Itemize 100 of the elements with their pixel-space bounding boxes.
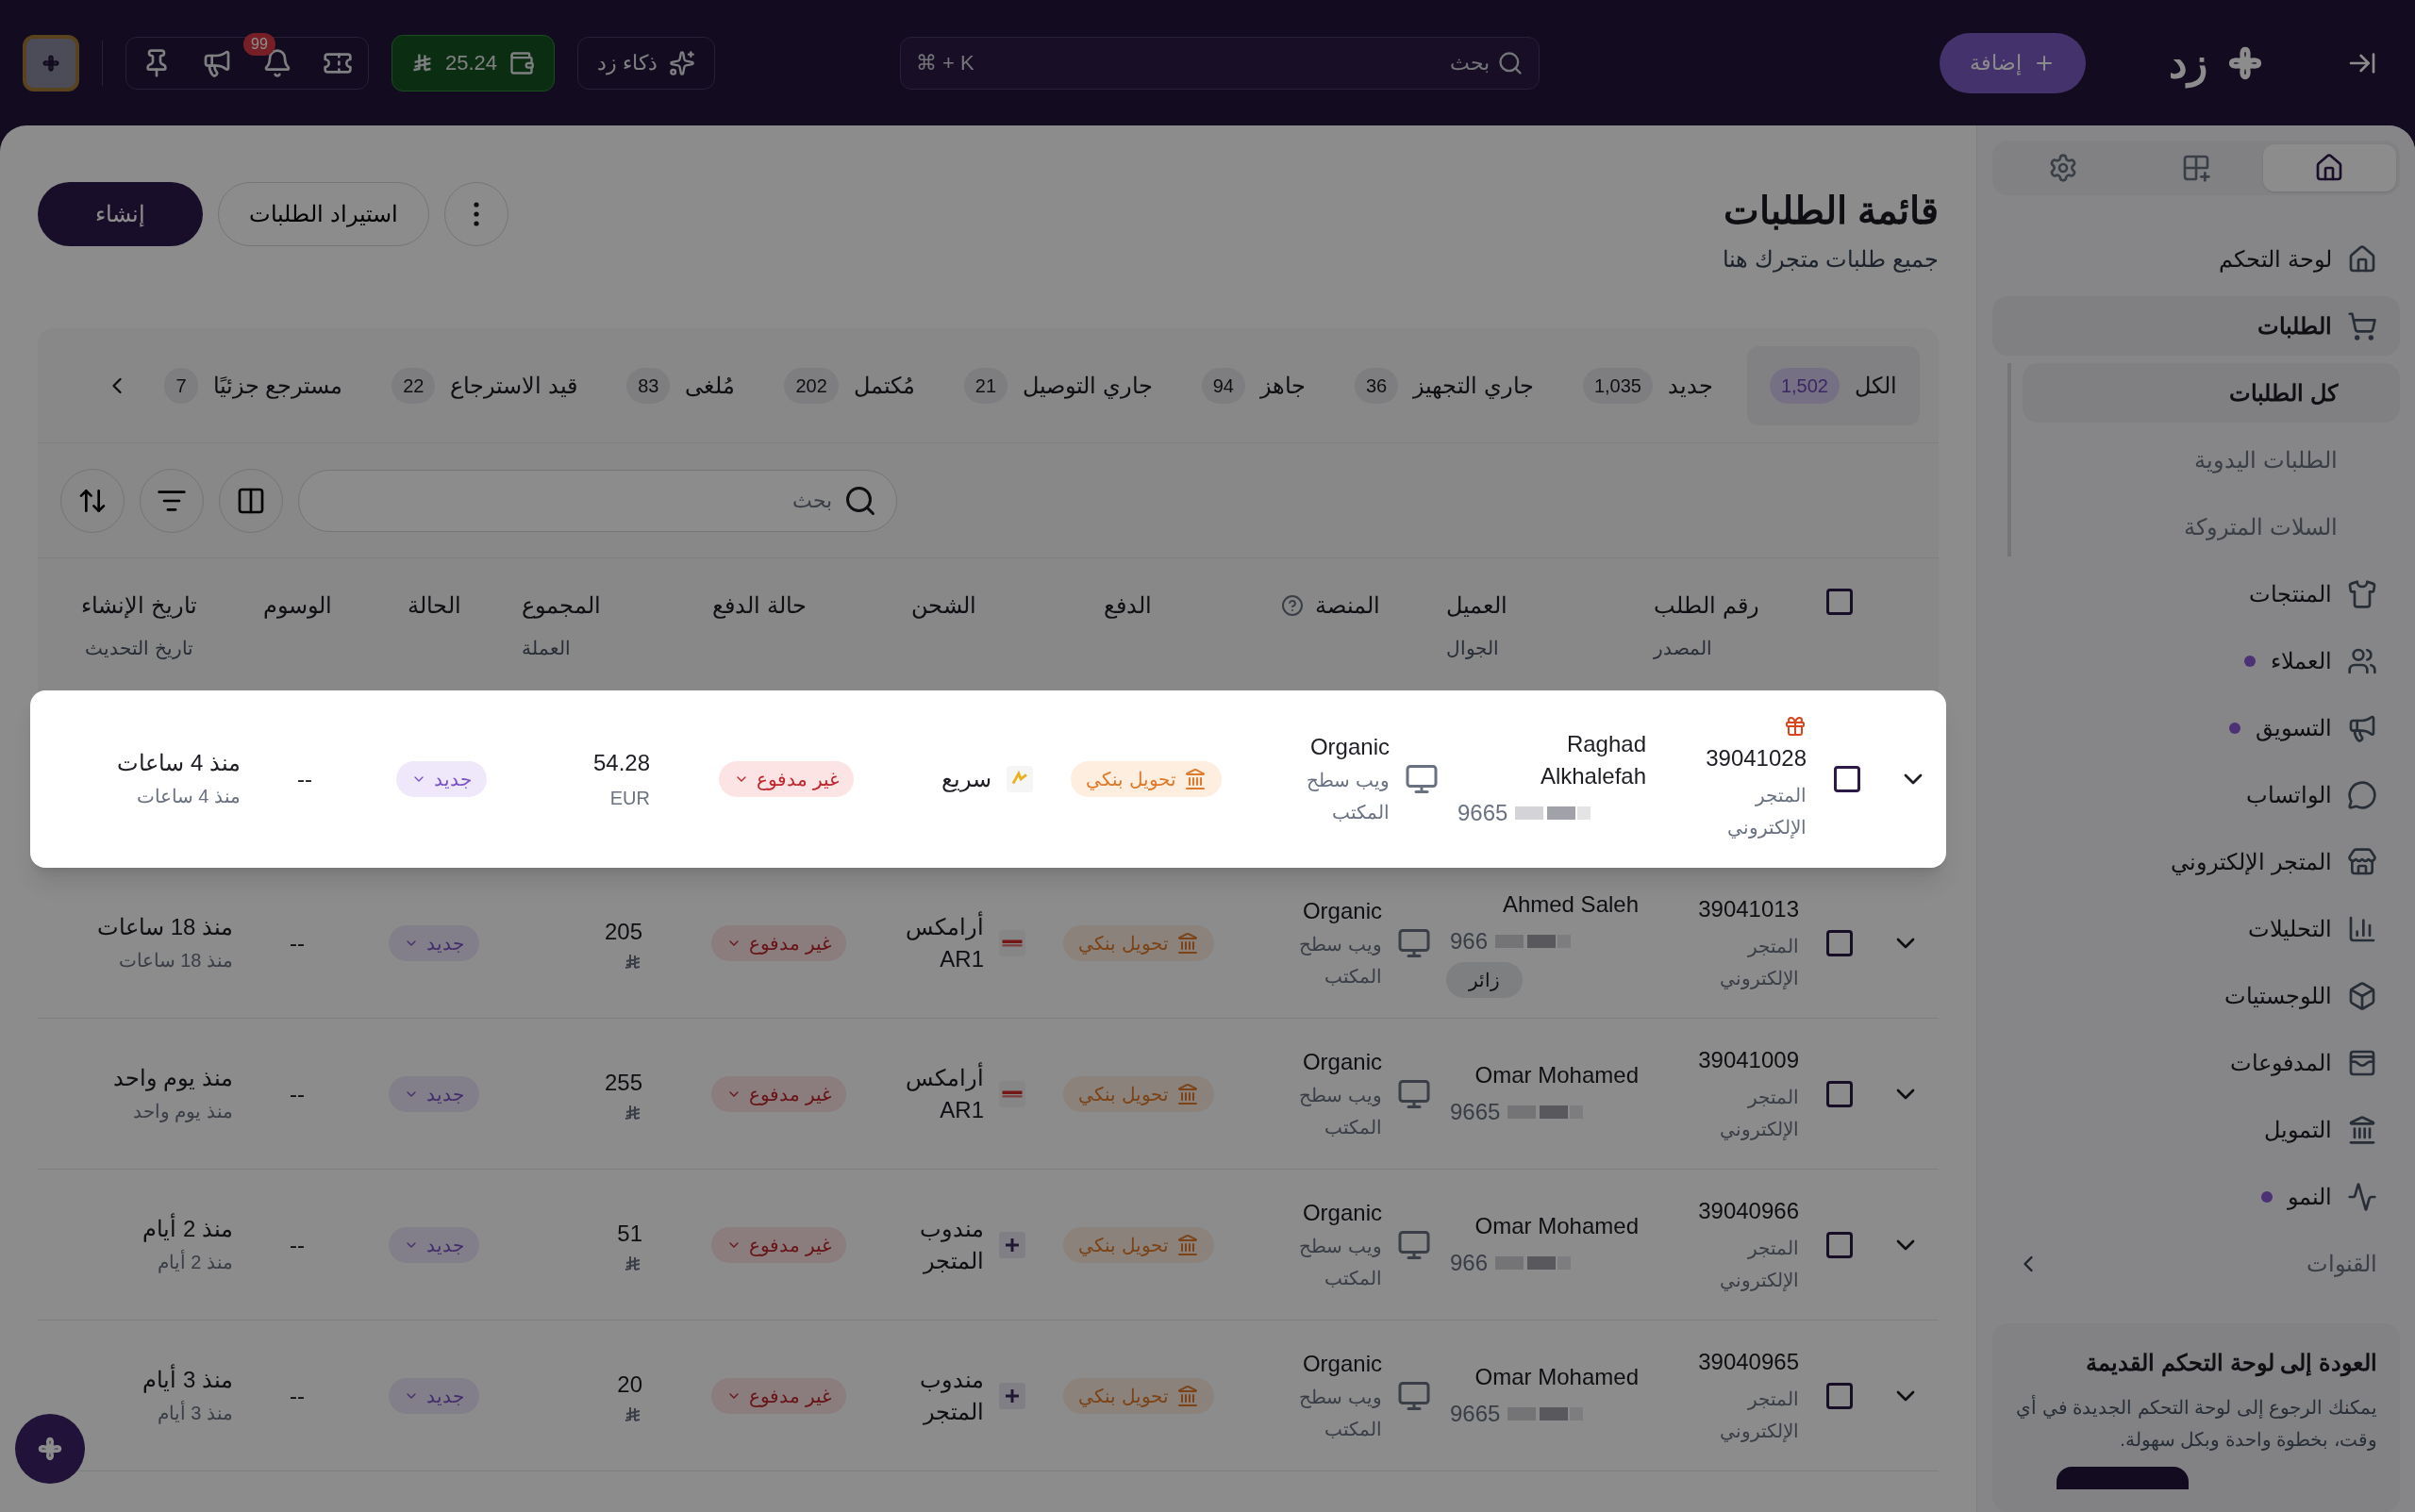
- store-courier-icon: [999, 1382, 1025, 1409]
- help-icon[interactable]: [1280, 594, 1304, 617]
- payment-method-badge: تحويل بنكي: [1063, 1226, 1214, 1263]
- column-header: حالة الدفع: [712, 591, 807, 621]
- sidebar-item[interactable]: العملاء: [1992, 631, 2400, 690]
- column-header: الدفع: [1103, 591, 1152, 621]
- order-number[interactable]: 39040966: [1698, 1193, 1799, 1228]
- bank-icon: [1184, 768, 1207, 790]
- order-number[interactable]: 39041009: [1698, 1042, 1799, 1077]
- row-checkbox[interactable]: [1834, 766, 1860, 792]
- column-header: الشحن: [910, 591, 976, 621]
- column-header: المنصة: [1314, 591, 1380, 620]
- order-status-dropdown[interactable]: جديد: [389, 1377, 479, 1414]
- sidebar-item[interactable]: المنتجات: [1992, 564, 2400, 623]
- order-number[interactable]: 39041028: [1706, 741, 1807, 775]
- order-number[interactable]: 39040965: [1698, 1344, 1799, 1379]
- channels-toggle[interactable]: القنوات: [1992, 1234, 2400, 1293]
- orders-search-field[interactable]: بحث: [298, 469, 897, 532]
- payment-status-dropdown[interactable]: غير مدفوع: [711, 1226, 846, 1263]
- order-number[interactable]: 39041013: [1698, 891, 1799, 926]
- column-header: العميل: [1446, 591, 1507, 620]
- payment-status-dropdown[interactable]: غير مدفوع: [711, 924, 846, 961]
- sidebar-item[interactable]: لوحة التحكم: [1992, 229, 2400, 289]
- order-tags: --: [297, 762, 312, 796]
- order-source: المتجر الإلكتروني: [1719, 934, 1799, 991]
- customer-phone: 9665: [1450, 1097, 1501, 1126]
- select-all-checkbox[interactable]: [1826, 589, 1853, 615]
- promo-button[interactable]: [2057, 1467, 2189, 1489]
- sidebar-item[interactable]: اللوجستيات: [1992, 966, 2400, 1025]
- updated-date: منذ 4 ساعات: [136, 785, 241, 808]
- shipping-method: أرامكس AR1: [905, 910, 984, 973]
- payment-status-dropdown[interactable]: غير مدفوع: [711, 1377, 846, 1414]
- row-checkbox[interactable]: [1826, 1080, 1853, 1107]
- order-status-dropdown[interactable]: جديد: [396, 761, 487, 797]
- payment-status-dropdown[interactable]: غير مدفوع: [711, 1075, 846, 1112]
- search-input[interactable]: بحث: [981, 47, 1490, 78]
- row-checkbox[interactable]: [1826, 1382, 1853, 1409]
- desktop-icon: [1405, 762, 1439, 796]
- column-subheader: تاريخ التحديث: [85, 637, 193, 661]
- create-button[interactable]: إنشاء: [38, 182, 203, 246]
- order-total: 205: [604, 917, 642, 946]
- column-header: الوسوم: [262, 591, 332, 621]
- payment-status-dropdown[interactable]: غير مدفوع: [719, 761, 854, 797]
- sidebar-item[interactable]: النمو: [1992, 1167, 2400, 1226]
- order-source: المتجر الإلكتروني: [1719, 1236, 1799, 1293]
- order-total: 20: [617, 1370, 642, 1399]
- payment-method-badge: تحويل بنكي: [1063, 1075, 1214, 1112]
- created-date: منذ 4 ساعات: [117, 749, 241, 777]
- kebab-icon: [473, 202, 479, 226]
- updated-date: منذ 3 أيام: [157, 1399, 233, 1426]
- nav-icon: [2347, 578, 2377, 609]
- promo-title: العودة إلى لوحة التحكم القديمة: [2085, 1349, 2377, 1379]
- order-source: المتجر الإلكتروني: [1719, 1085, 1799, 1142]
- platform-source: Organic: [1302, 1047, 1382, 1076]
- created-date: منذ يوم واحد: [112, 1063, 233, 1093]
- search-icon: [1497, 49, 1524, 76]
- sidebar-item[interactable]: الواتساب: [1992, 765, 2400, 824]
- riyal-icon: [624, 1103, 642, 1122]
- customer-name[interactable]: Raghad Alkhalefah: [1457, 728, 1646, 792]
- order-source: المتجر الإلكتروني: [1726, 784, 1807, 840]
- search-input[interactable]: بحث: [318, 485, 832, 516]
- order-tags: --: [290, 1076, 305, 1111]
- balance-button[interactable]: 25.24: [391, 34, 556, 91]
- page-subtitle: جميع طلبات متجرك هنا: [1723, 245, 1939, 274]
- customer-name[interactable]: Ahmed Saleh: [1450, 888, 1639, 921]
- currency: EUR: [609, 787, 650, 810]
- order-tags: --: [290, 1227, 305, 1262]
- sidebar-item[interactable]: الطلبات: [1992, 296, 2400, 356]
- row-checkbox[interactable]: [1826, 929, 1853, 956]
- notification-count-badge: 99: [243, 32, 275, 56]
- updated-date: منذ يوم واحد: [132, 1099, 233, 1124]
- customer-phone: 966: [1450, 1248, 1489, 1277]
- created-date: منذ 2 أيام: [142, 1213, 233, 1244]
- bank-icon: [1176, 1384, 1199, 1407]
- sidebar-item[interactable]: التمويل: [1992, 1100, 2400, 1159]
- order-status-dropdown[interactable]: جديد: [389, 1075, 479, 1112]
- sidebar-item[interactable]: التسويق: [1992, 698, 2400, 757]
- customer-name[interactable]: Omar Mohamed: [1450, 1209, 1639, 1242]
- sidebar-item[interactable]: المتجر الإلكتروني: [1992, 832, 2400, 891]
- add-button[interactable]: إضافة: [1940, 32, 2086, 93]
- sidebar-tab[interactable]: [2262, 144, 2396, 191]
- shipping-method: أرامكس AR1: [905, 1061, 984, 1124]
- sidebar-item[interactable]: المدفوعات: [1992, 1033, 2400, 1092]
- customer-phone: 9665: [1457, 799, 1508, 827]
- customer-phone: 9665: [1450, 1399, 1501, 1428]
- carrier-logo-icon: [1007, 766, 1033, 792]
- customer-name[interactable]: Omar Mohamed: [1450, 1058, 1639, 1091]
- sidebar-item[interactable]: التحليلات: [1992, 899, 2400, 958]
- notifications-icon[interactable]: [262, 47, 292, 78]
- wallet-icon: [508, 49, 536, 76]
- row-checkbox[interactable]: [1826, 1231, 1853, 1258]
- sidebar-subitem[interactable]: كل الطلبات: [2023, 363, 2400, 423]
- customer-name[interactable]: Omar Mohamed: [1450, 1360, 1639, 1393]
- sidebar-subitem[interactable]: الطلبات اليدوية: [2023, 430, 2400, 490]
- order-status-dropdown[interactable]: جديد: [389, 1226, 479, 1263]
- column-header: الحالة: [407, 591, 461, 620]
- sidebar-subitem[interactable]: السلات المتروكة: [2023, 497, 2400, 557]
- ai-button[interactable]: ذكاء زد: [577, 36, 716, 90]
- order-tags: --: [290, 1378, 305, 1413]
- order-status-dropdown[interactable]: جديد: [389, 924, 479, 961]
